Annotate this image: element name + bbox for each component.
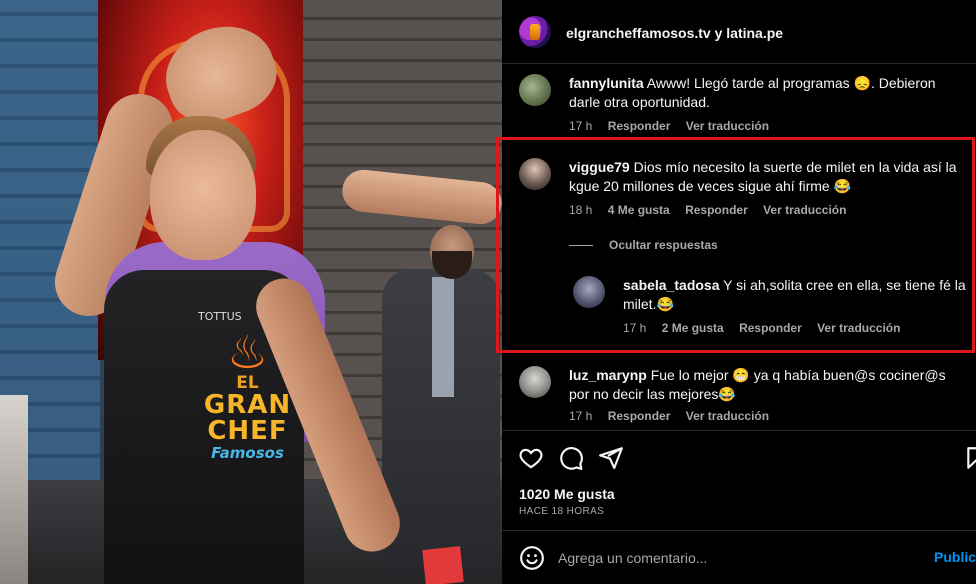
contestant-figure: [46, 11, 490, 584]
comment-text: viggue79 Dios mío necesito la suerte de …: [569, 158, 964, 196]
comments-panel: elgrancheffamosos.tv y latina.pe fannylu…: [502, 0, 976, 584]
share-icon[interactable]: [598, 445, 624, 471]
likes-count[interactable]: 1020 Me gusta: [519, 486, 615, 502]
comment-text: luz_marynp Fue lo mejor 😁 ya q había bue…: [569, 366, 964, 404]
comment-meta: 18 h 4 Me gusta Responder Ver traducción: [569, 203, 858, 217]
emoji-icon[interactable]: [519, 545, 545, 571]
divider: [569, 244, 593, 246]
translate-button[interactable]: Ver traducción: [817, 321, 900, 335]
translate-button[interactable]: Ver traducción: [686, 409, 769, 423]
comment-time: 18 h: [569, 203, 593, 217]
post-time: HACE 18 HORAS: [519, 506, 605, 517]
red-card: [422, 546, 464, 584]
apron-logo-line2: GRAN: [203, 390, 292, 420]
reply-button[interactable]: Responder: [739, 321, 802, 335]
comment-icon[interactable]: [558, 445, 584, 471]
bookmark-icon[interactable]: [964, 445, 976, 471]
comment-username[interactable]: viggue79: [569, 159, 630, 175]
reply-button[interactable]: Responder: [608, 119, 671, 133]
comment-time: 17 h: [569, 119, 593, 133]
comment-likes[interactable]: 2 Me gusta: [662, 321, 724, 335]
apron-logo-line4: Famosos: [211, 444, 284, 462]
apron-logo-line3: CHEF: [207, 416, 288, 446]
comment-meta: 17 h Responder Ver traducción: [569, 119, 781, 133]
comment-input[interactable]: [558, 548, 918, 568]
hide-replies-label[interactable]: Ocultar respuestas: [609, 238, 718, 252]
heart-icon[interactable]: [518, 445, 544, 471]
comment-likes[interactable]: 4 Me gusta: [608, 203, 670, 217]
post-actions: 1020 Me gusta HACE 18 HORAS: [502, 430, 976, 530]
apron-brand: TOTTUS: [198, 310, 242, 323]
post-author[interactable]: elgrancheffamosos.tv y latina.pe: [566, 25, 783, 41]
reply-button[interactable]: Responder: [685, 203, 748, 217]
comment-text: fannylunita Awww! Llegó tarde al program…: [569, 74, 959, 112]
hide-replies-toggle[interactable]: Ocultar respuestas: [569, 237, 718, 253]
comment-time: 17 h: [569, 409, 593, 423]
post-header: elgrancheffamosos.tv y latina.pe: [502, 0, 976, 64]
kitchen-counter: [0, 395, 28, 584]
translate-button[interactable]: Ver traducción: [763, 203, 846, 217]
comment-username[interactable]: luz_marynp: [569, 367, 647, 383]
comment-username[interactable]: fannylunita: [569, 75, 644, 91]
comment-time: 17 h: [623, 321, 647, 335]
flame-icon: ♨: [226, 325, 269, 379]
avatar[interactable]: [519, 158, 551, 190]
comment-meta: 17 h 2 Me gusta Responder Ver traducción: [623, 321, 912, 335]
comment-composer: Publicar: [502, 530, 976, 584]
post-photo: TOTTUS ♨ EL GRAN CHEF Famosos: [0, 0, 502, 584]
reply-button[interactable]: Responder: [608, 409, 671, 423]
translate-button[interactable]: Ver traducción: [686, 119, 769, 133]
comment-meta: 17 h Responder Ver traducción: [569, 409, 781, 423]
publish-button[interactable]: Publicar: [934, 549, 976, 565]
avatar[interactable]: [519, 366, 551, 398]
comment-username[interactable]: sabela_tadosa: [623, 277, 720, 293]
comment-text: sabela_tadosa Y si ah,solita cree en ell…: [623, 276, 968, 314]
avatar[interactable]: [519, 74, 551, 106]
avatar[interactable]: [573, 276, 605, 308]
author-avatar[interactable]: [519, 16, 551, 48]
apron-logo: TOTTUS ♨ EL GRAN CHEF Famosos: [190, 310, 305, 462]
